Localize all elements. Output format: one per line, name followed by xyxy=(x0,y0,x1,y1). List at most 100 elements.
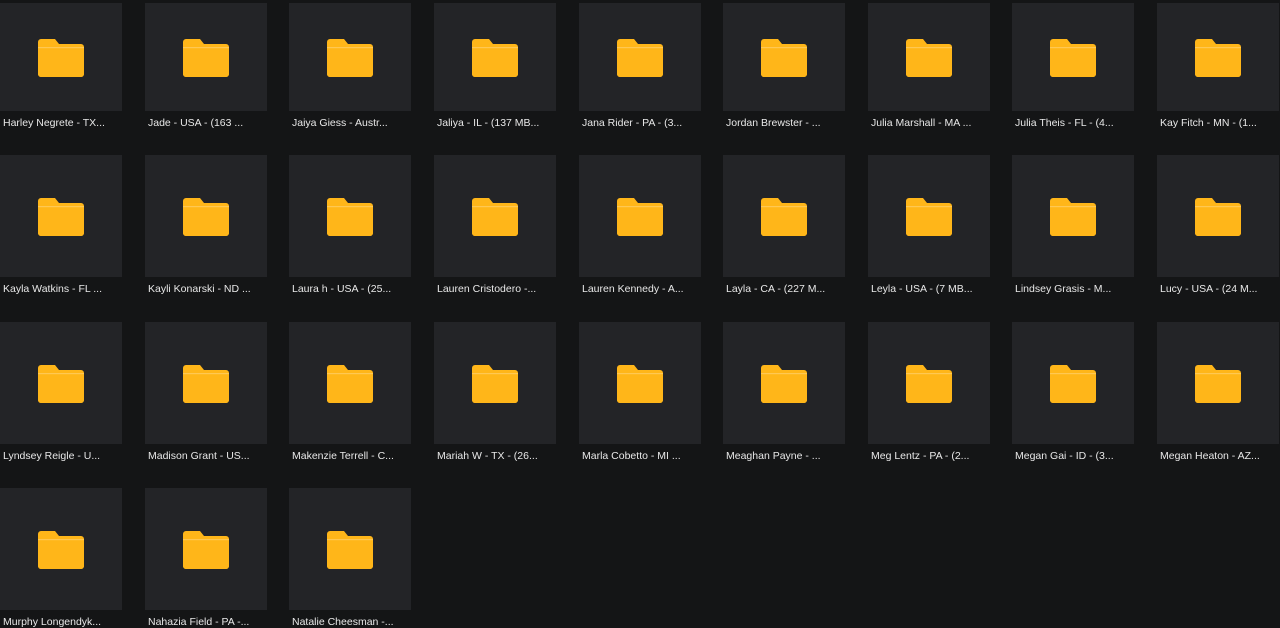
folder-name: Lyndsey Reigle - U... xyxy=(3,450,101,462)
folder-thumbnail[interactable] xyxy=(0,322,122,444)
folder-name: Lauren Kennedy - A... xyxy=(582,283,684,295)
folder-item[interactable]: Jana Rider - PA - (3... xyxy=(579,3,702,130)
folder-item[interactable]: Makenzie Terrell - C... xyxy=(289,322,412,463)
folder-icon xyxy=(906,363,952,403)
folder-item[interactable]: Jaliya - IL - (137 MB... xyxy=(434,3,557,130)
folder-thumbnail[interactable] xyxy=(1157,322,1279,444)
folder-thumbnail[interactable] xyxy=(0,155,122,277)
folder-name: Lindsey Grasis - M... xyxy=(1015,283,1112,295)
folder-item[interactable]: Natalie Cheesman -... xyxy=(289,488,412,628)
folder-item[interactable]: Murphy Longendyk... xyxy=(0,488,123,628)
folder-thumbnail[interactable] xyxy=(723,322,845,444)
folder-icon xyxy=(1195,363,1241,403)
folder-thumbnail[interactable] xyxy=(145,488,267,610)
folder-item[interactable]: Mariah W - TX - (26... xyxy=(434,322,557,463)
folder-name: Marla Cobetto - MI ... xyxy=(582,450,681,462)
folder-name: Leyla - USA - (7 MB... xyxy=(871,283,973,295)
folder-icon xyxy=(472,37,518,77)
folder-icon xyxy=(327,196,373,236)
folder-thumbnail[interactable] xyxy=(289,155,411,277)
folder-name: Natalie Cheesman -... xyxy=(292,616,394,628)
folder-item[interactable]: Megan Gai - ID - (3... xyxy=(1012,322,1135,463)
folder-icon xyxy=(472,196,518,236)
folder-item[interactable]: Lyndsey Reigle - U... xyxy=(0,322,123,463)
folder-thumbnail[interactable] xyxy=(434,3,556,111)
folder-item[interactable]: Lauren Kennedy - A... xyxy=(579,155,702,296)
folder-thumbnail[interactable] xyxy=(434,322,556,444)
folder-item[interactable]: Megan Heaton - AZ... xyxy=(1157,322,1280,463)
folder-item[interactable]: Laura h - USA - (25... xyxy=(289,155,412,296)
folder-thumbnail[interactable] xyxy=(1157,3,1279,111)
folder-item[interactable]: Marla Cobetto - MI ... xyxy=(579,322,702,463)
folder-name: Jordan Brewster - ... xyxy=(726,117,821,129)
folder-thumbnail[interactable] xyxy=(723,155,845,277)
folder-item[interactable]: Harley Negrete - TX... xyxy=(0,3,123,130)
folder-item[interactable]: Kayli Konarski - ND ... xyxy=(145,155,268,296)
folder-name: Mariah W - TX - (26... xyxy=(437,450,538,462)
folder-item[interactable]: Leyla - USA - (7 MB... xyxy=(868,155,991,296)
folder-item[interactable]: Jordan Brewster - ... xyxy=(723,3,846,130)
folder-thumbnail[interactable] xyxy=(0,488,122,610)
folder-icon xyxy=(906,196,952,236)
folder-item[interactable]: Jaiya Giess - Austr... xyxy=(289,3,412,130)
folder-name: Julia Marshall - MA ... xyxy=(871,117,972,129)
folder-icon xyxy=(1195,196,1241,236)
folder-item[interactable]: Lindsey Grasis - M... xyxy=(1012,155,1135,296)
folder-icon xyxy=(183,363,229,403)
folder-name: Laura h - USA - (25... xyxy=(292,283,392,295)
folder-icon xyxy=(761,363,807,403)
folder-icon xyxy=(1050,363,1096,403)
folder-item[interactable]: Madison Grant - US... xyxy=(145,322,268,463)
folder-thumbnail[interactable] xyxy=(723,3,845,111)
folder-thumbnail[interactable] xyxy=(868,3,990,111)
folder-name: Jade - USA - (163 ... xyxy=(148,117,244,129)
folder-item[interactable]: Lauren Cristodero -... xyxy=(434,155,557,296)
folder-thumbnail[interactable] xyxy=(868,155,990,277)
folder-thumbnail[interactable] xyxy=(145,3,267,111)
folder-icon xyxy=(761,196,807,236)
folder-thumbnail[interactable] xyxy=(1012,322,1134,444)
folder-thumbnail[interactable] xyxy=(579,155,701,277)
folder-icon xyxy=(327,529,373,569)
folder-thumbnail[interactable] xyxy=(579,3,701,111)
folder-item[interactable]: Meaghan Payne - ... xyxy=(723,322,846,463)
folder-name: Kayla Watkins - FL ... xyxy=(3,283,102,295)
folder-thumbnail[interactable] xyxy=(145,322,267,444)
folder-item[interactable]: Meg Lentz - PA - (2... xyxy=(868,322,991,463)
folder-name: Lucy - USA - (24 M... xyxy=(1160,283,1258,295)
folder-item[interactable]: Julia Marshall - MA ... xyxy=(868,3,991,130)
folder-icon xyxy=(183,196,229,236)
folder-name: Jaliya - IL - (137 MB... xyxy=(437,117,540,129)
folder-thumbnail[interactable] xyxy=(1157,155,1279,277)
folder-grid: Harley Negrete - TX... Jade - USA - (163 … xyxy=(0,0,1280,628)
folder-name: Jaiya Giess - Austr... xyxy=(292,117,388,129)
folder-item[interactable]: Kay Fitch - MN - (1... xyxy=(1157,3,1280,130)
folder-item[interactable]: Layla - CA - (227 M... xyxy=(723,155,846,296)
folder-name: Nahazia Field - PA -... xyxy=(148,616,250,628)
folder-thumbnail[interactable] xyxy=(289,488,411,610)
folder-name: Meg Lentz - PA - (2... xyxy=(871,450,970,462)
folder-item[interactable]: Julia Theis - FL - (4... xyxy=(1012,3,1135,130)
folder-icon xyxy=(761,37,807,77)
folder-thumbnail[interactable] xyxy=(0,3,122,111)
folder-thumbnail[interactable] xyxy=(434,155,556,277)
folder-thumbnail[interactable] xyxy=(868,322,990,444)
folder-icon xyxy=(1195,37,1241,77)
folder-name: Makenzie Terrell - C... xyxy=(292,450,394,462)
folder-thumbnail[interactable] xyxy=(289,3,411,111)
folder-thumbnail[interactable] xyxy=(289,322,411,444)
folder-item[interactable]: Lucy - USA - (24 M... xyxy=(1157,155,1280,296)
folder-icon xyxy=(183,529,229,569)
folder-thumbnail[interactable] xyxy=(579,322,701,444)
folder-icon xyxy=(472,363,518,403)
folder-name: Madison Grant - US... xyxy=(148,450,250,462)
folder-thumbnail[interactable] xyxy=(145,155,267,277)
folder-item[interactable]: Nahazia Field - PA -... xyxy=(145,488,268,628)
folder-thumbnail[interactable] xyxy=(1012,155,1134,277)
folder-item[interactable]: Kayla Watkins - FL ... xyxy=(0,155,123,296)
folder-item[interactable]: Jade - USA - (163 ... xyxy=(145,3,268,130)
folder-icon xyxy=(183,37,229,77)
folder-icon xyxy=(617,363,663,403)
folder-name: Lauren Cristodero -... xyxy=(437,283,537,295)
folder-thumbnail[interactable] xyxy=(1012,3,1134,111)
